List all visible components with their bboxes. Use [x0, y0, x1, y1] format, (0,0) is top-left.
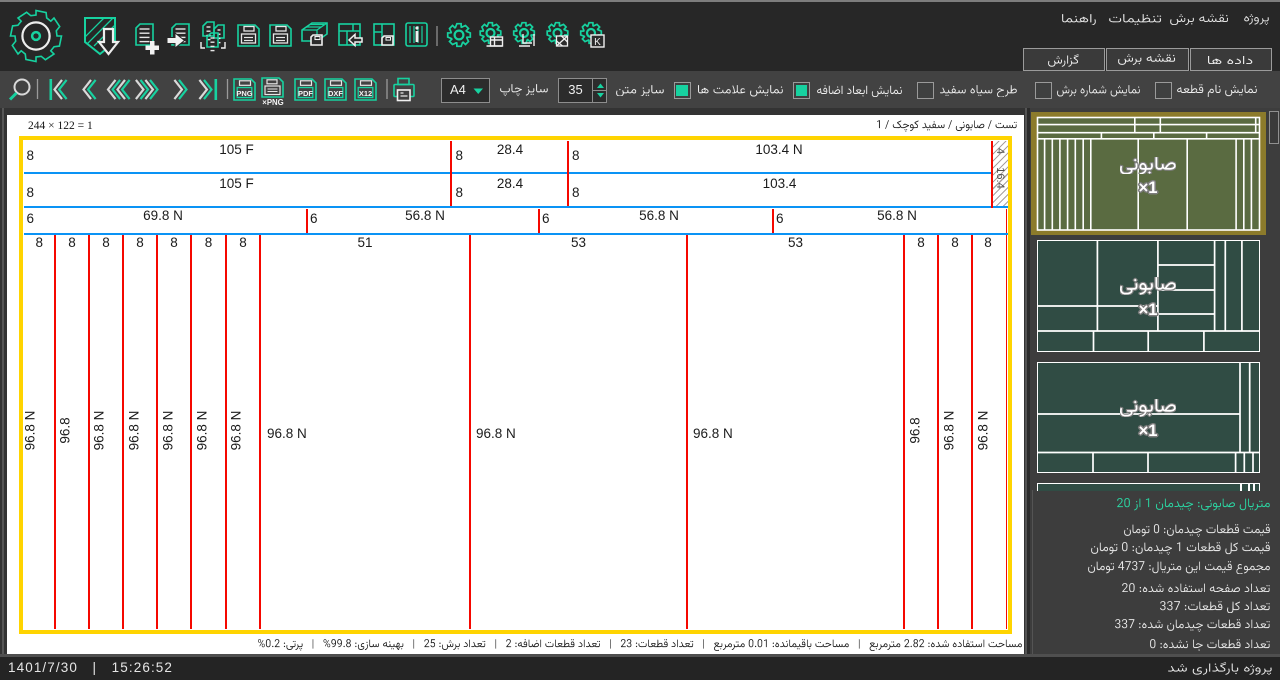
svg-text:K: K — [594, 37, 601, 48]
svg-text:X12: X12 — [359, 89, 372, 98]
svg-text:×PNG: ×PNG — [262, 98, 283, 107]
svg-text:PNG: PNG — [236, 89, 252, 98]
svg-text:DXF: DXF — [328, 89, 343, 98]
svg-text:PDF: PDF — [298, 89, 313, 98]
